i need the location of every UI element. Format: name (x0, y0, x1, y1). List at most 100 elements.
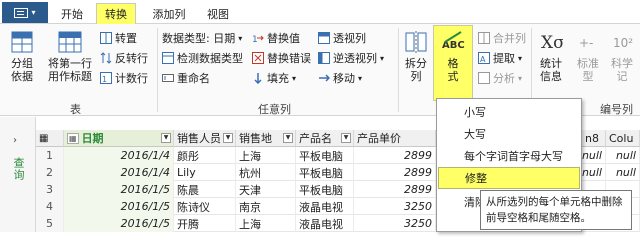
format-button-content[interactable]: ABC 格 式 (436, 30, 470, 83)
column-header-label: 销售地 (239, 132, 272, 145)
cell-date[interactable]: 2016/1/5 (64, 198, 174, 215)
merge-columns-icon (478, 32, 490, 44)
cell-col-a[interactable]: null (582, 164, 606, 181)
tab-view[interactable]: 视图 (201, 3, 235, 24)
detect-data-type-button[interactable]: 检测数据类型 (162, 50, 243, 66)
statistics-button[interactable]: Xσ 统计 信息 (535, 30, 567, 83)
unpivot-columns-button[interactable]: 逆透视列 ▾ (318, 50, 384, 66)
pivot-column-button[interactable]: 透视列 (318, 30, 366, 46)
cell-unit-price[interactable]: 2899 (354, 147, 436, 164)
group-separator (398, 28, 399, 112)
count-rows-button[interactable]: 1 计数行 (100, 70, 148, 86)
svg-text:+-: +- (579, 36, 593, 50)
split-column-button[interactable]: 拆分 列 (402, 30, 430, 83)
tab-transform[interactable]: 转换 (96, 3, 136, 24)
cell-date[interactable]: 2016/1/5 (64, 181, 174, 198)
column-header-location[interactable]: 销售地 ▼ (236, 130, 296, 147)
row-number[interactable]: 2 (36, 164, 64, 181)
format-menu-item[interactable]: 小写 (438, 101, 580, 123)
move-button[interactable]: 移动 ▾ (318, 70, 362, 86)
cell-product[interactable]: 液晶电视 (296, 215, 354, 232)
cell-product[interactable]: 平板电脑 (296, 181, 354, 198)
cell-date[interactable]: 2016/1/4 (64, 164, 174, 181)
merge-columns-button[interactable]: 合并列 (478, 30, 526, 46)
column-header-col-a[interactable]: n8 (582, 130, 606, 147)
column-header-col-b[interactable]: Colu (606, 130, 640, 147)
column-header-salesperson[interactable]: 销售人员 ▼ (174, 130, 236, 147)
detect-type-icon (162, 52, 174, 64)
use-first-row-label: 将第一行 用作标题 (48, 57, 92, 83)
cell-salesperson[interactable]: 开腾 (174, 215, 236, 232)
cell-salesperson[interactable]: Lily (174, 164, 236, 181)
group-by-button[interactable]: 分组 依据 (6, 30, 38, 83)
format-menu-item[interactable]: 大写 (438, 123, 580, 145)
column-header-date[interactable]: ▦ 日期 ▼ (64, 130, 174, 147)
chevron-down-icon[interactable]: ▼ (283, 133, 293, 143)
column-header-label: 销售人员 (177, 132, 221, 145)
cell-col-b[interactable]: null (606, 147, 640, 164)
cell-salesperson[interactable]: 陈诗仪 (174, 198, 236, 215)
chevron-down-icon: ▾ (292, 73, 297, 83)
chevron-down-icon[interactable]: ▼ (341, 133, 351, 143)
cell-location[interactable]: 南京 (236, 198, 296, 215)
chevron-right-icon[interactable]: › (13, 135, 17, 146)
reverse-rows-button[interactable]: 反转行 (100, 50, 148, 66)
rename-icon (162, 72, 174, 84)
cell-product[interactable]: 平板电脑 (296, 147, 354, 164)
extract-button[interactable]: A 提取 ▾ (478, 50, 522, 66)
cell-date[interactable]: 2016/1/4 (64, 147, 174, 164)
chevron-down-icon: ▾ (358, 73, 363, 83)
table-icon: ▦ (39, 132, 49, 144)
use-first-row-as-headers-button[interactable]: 将第一行 用作标题 (44, 30, 96, 83)
file-menu-button[interactable]: ▾ (2, 2, 48, 23)
split-column-label: 拆分 列 (405, 57, 427, 83)
replace-values-button[interactable]: 1 替换值 (252, 30, 300, 46)
svg-text:Xσ: Xσ (541, 33, 563, 53)
chevron-down-icon[interactable]: ▼ (161, 133, 171, 143)
column-header-product[interactable]: 产品名 ▼ (296, 130, 354, 147)
cell-salesperson[interactable]: 陈晨 (174, 181, 236, 198)
cell-unit-price[interactable]: 2899 (354, 181, 436, 198)
parse-button[interactable]: 分析 ▾ (478, 70, 522, 86)
tab-add-column[interactable]: 添加列 (146, 3, 192, 24)
queries-pane-collapsed[interactable]: › 查询 (0, 117, 36, 232)
transpose-icon (100, 32, 112, 44)
move-label: 移动 (333, 72, 355, 85)
row-number[interactable]: 1 (36, 147, 64, 164)
cell-product[interactable]: 液晶电视 (296, 198, 354, 215)
cell-unit-price[interactable]: 3250 (354, 198, 436, 215)
cell-product[interactable]: 平板电脑 (296, 164, 354, 181)
format-menu-item[interactable]: 每个字词首字母大写 (438, 145, 580, 167)
transpose-button[interactable]: 转置 (100, 30, 137, 46)
row-number[interactable]: 5 (36, 215, 64, 232)
rename-button[interactable]: 重命名 (162, 70, 210, 86)
format-menu-item[interactable]: 修整 (438, 167, 580, 189)
format-abc-icon: ABC (441, 30, 465, 54)
data-type-dropdown[interactable]: 数据类型: 日期 ▾ (162, 30, 242, 46)
replace-errors-button[interactable]: 替换错误 (252, 50, 311, 66)
cell-col-b[interactable]: null (606, 164, 640, 181)
chevron-down-icon: ▾ (518, 53, 523, 63)
cell-location[interactable]: 杭州 (236, 164, 296, 181)
cell-location[interactable]: 上海 (236, 215, 296, 232)
cell-location[interactable]: 天津 (236, 181, 296, 198)
standard-button[interactable]: +- 标准 型 (573, 30, 603, 83)
row-number[interactable]: 4 (36, 198, 64, 215)
statistics-label: 统计 信息 (540, 57, 562, 83)
group-separator (157, 28, 158, 112)
cell-location[interactable]: 上海 (236, 147, 296, 164)
cell-unit-price[interactable]: 2899 (354, 164, 436, 181)
row-number[interactable]: 3 (36, 181, 64, 198)
cell-unit-price[interactable]: 3250 (354, 215, 436, 232)
cell-date[interactable]: 2016/1/5 (64, 215, 174, 232)
scientific-button[interactable]: 10² 科学 记 (607, 30, 637, 83)
count-rows-icon: 1 (100, 72, 112, 84)
tab-home[interactable]: 开始 (55, 3, 89, 24)
chevron-down-icon: ▾ (518, 73, 523, 83)
chevron-down-icon[interactable]: ▼ (223, 133, 233, 143)
select-all-corner[interactable]: ▦ (36, 130, 64, 147)
cell-col-a[interactable]: null (582, 147, 606, 164)
cell-salesperson[interactable]: 颜彤 (174, 147, 236, 164)
column-header-unit-price[interactable]: 产品单价 (354, 130, 436, 147)
fill-button[interactable]: 填充 ▾ (252, 70, 296, 86)
